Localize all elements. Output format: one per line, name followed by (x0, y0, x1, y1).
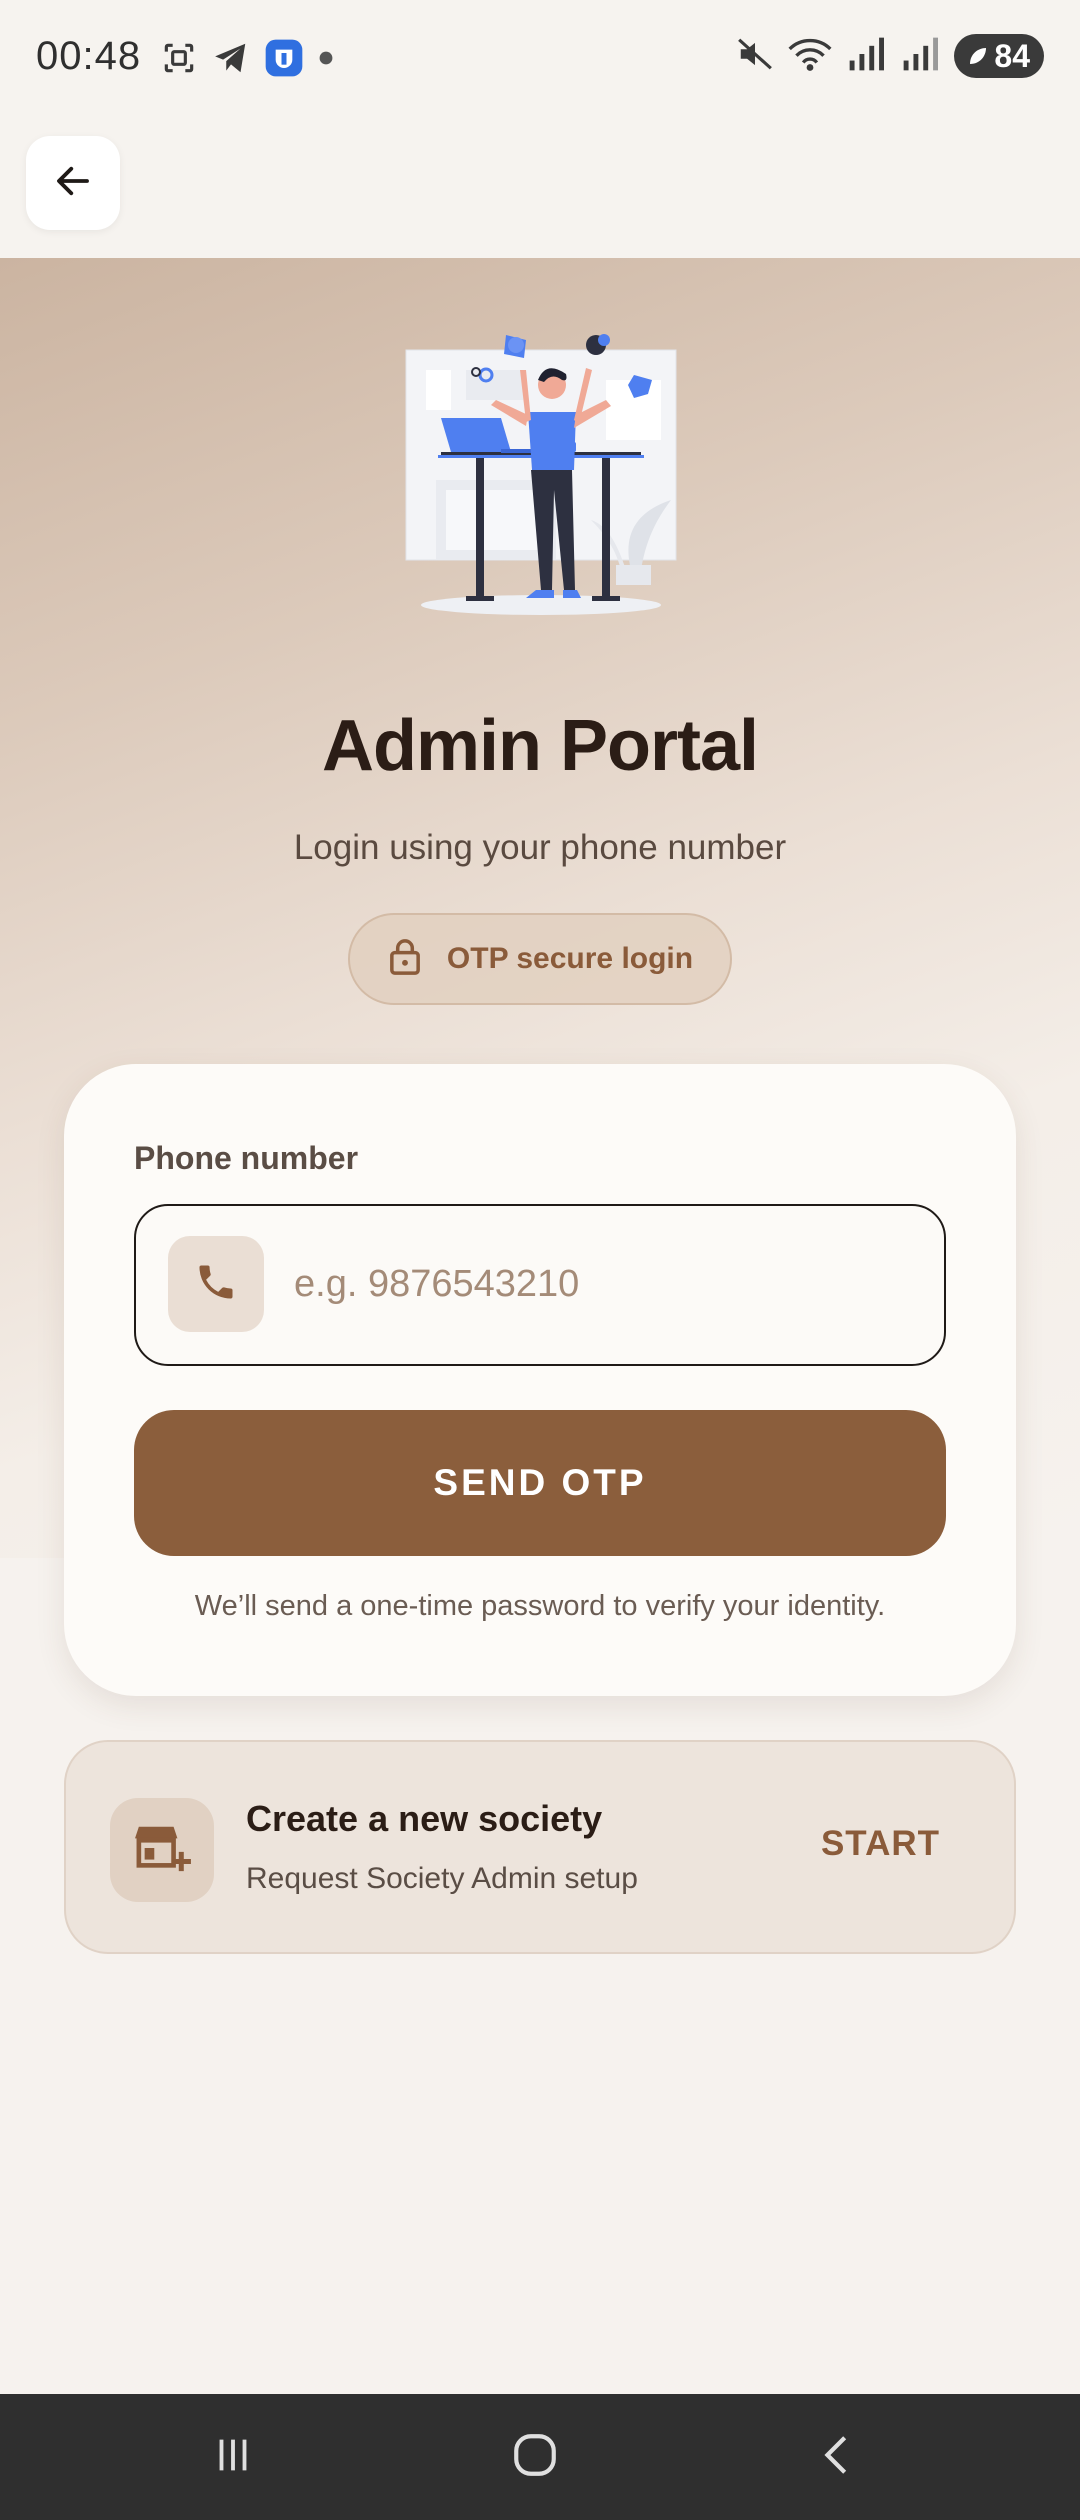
phone-input-box[interactable] (134, 1204, 946, 1366)
otp-badge-label: OTP secure login (446, 942, 694, 975)
wifi-icon (788, 35, 832, 78)
phone-input[interactable] (294, 1236, 914, 1332)
home-button[interactable] (500, 2422, 570, 2492)
hero-illustration (376, 330, 706, 620)
back-icon (814, 2432, 860, 2483)
otp-secure-badge: OTP secure login (348, 913, 732, 1005)
back-button[interactable] (26, 136, 120, 230)
screenshot-icon (160, 39, 198, 82)
home-icon (510, 2430, 560, 2485)
society-icon-box (110, 1798, 214, 1902)
lock-icon (387, 938, 423, 981)
page-subtitle: Login using your phone number (293, 828, 787, 867)
create-society-card[interactable]: Create a new society Request Society Adm… (64, 1740, 1016, 1954)
recents-button[interactable] (198, 2422, 268, 2492)
app-shield-icon (264, 38, 304, 83)
arrow-left-icon (52, 160, 94, 207)
dot-icon (318, 50, 334, 71)
recents-icon (210, 2432, 256, 2483)
phone-icon-box (168, 1236, 264, 1332)
helper-text: We’ll send a one-time password to verify… (194, 1590, 886, 1622)
nav-back-button[interactable] (802, 2422, 872, 2492)
society-title: Create a new society (246, 1798, 603, 1839)
status-bar: 00:48 84 (0, 0, 1080, 118)
status-right-icons: 84 (736, 34, 1044, 78)
screen: 00:48 84 Admin Portal Login using your p… (0, 0, 1080, 2520)
system-nav-bar (0, 2394, 1080, 2520)
start-button[interactable]: START (821, 1824, 940, 1864)
battery-icon: 84 (954, 34, 1044, 78)
battery-level: 84 (994, 37, 1030, 74)
store-add-icon (133, 1821, 191, 1880)
page-title: Admin Portal (321, 706, 759, 786)
phone-icon (194, 1260, 238, 1309)
status-time: 00:48 (36, 34, 142, 78)
app-bar (0, 118, 1080, 258)
status-left-icons (160, 38, 334, 83)
society-subtitle: Request Society Admin setup (246, 1862, 638, 1895)
telegram-icon (212, 39, 250, 82)
phone-field-label: Phone number (134, 1140, 359, 1176)
send-otp-button[interactable]: SEND OTP (134, 1410, 946, 1556)
signal-icon-2 (900, 36, 940, 77)
signal-icon (846, 36, 886, 77)
login-card: Phone number SEND OTP We’ll send a one-t… (64, 1064, 1016, 1696)
mute-icon (736, 35, 774, 78)
